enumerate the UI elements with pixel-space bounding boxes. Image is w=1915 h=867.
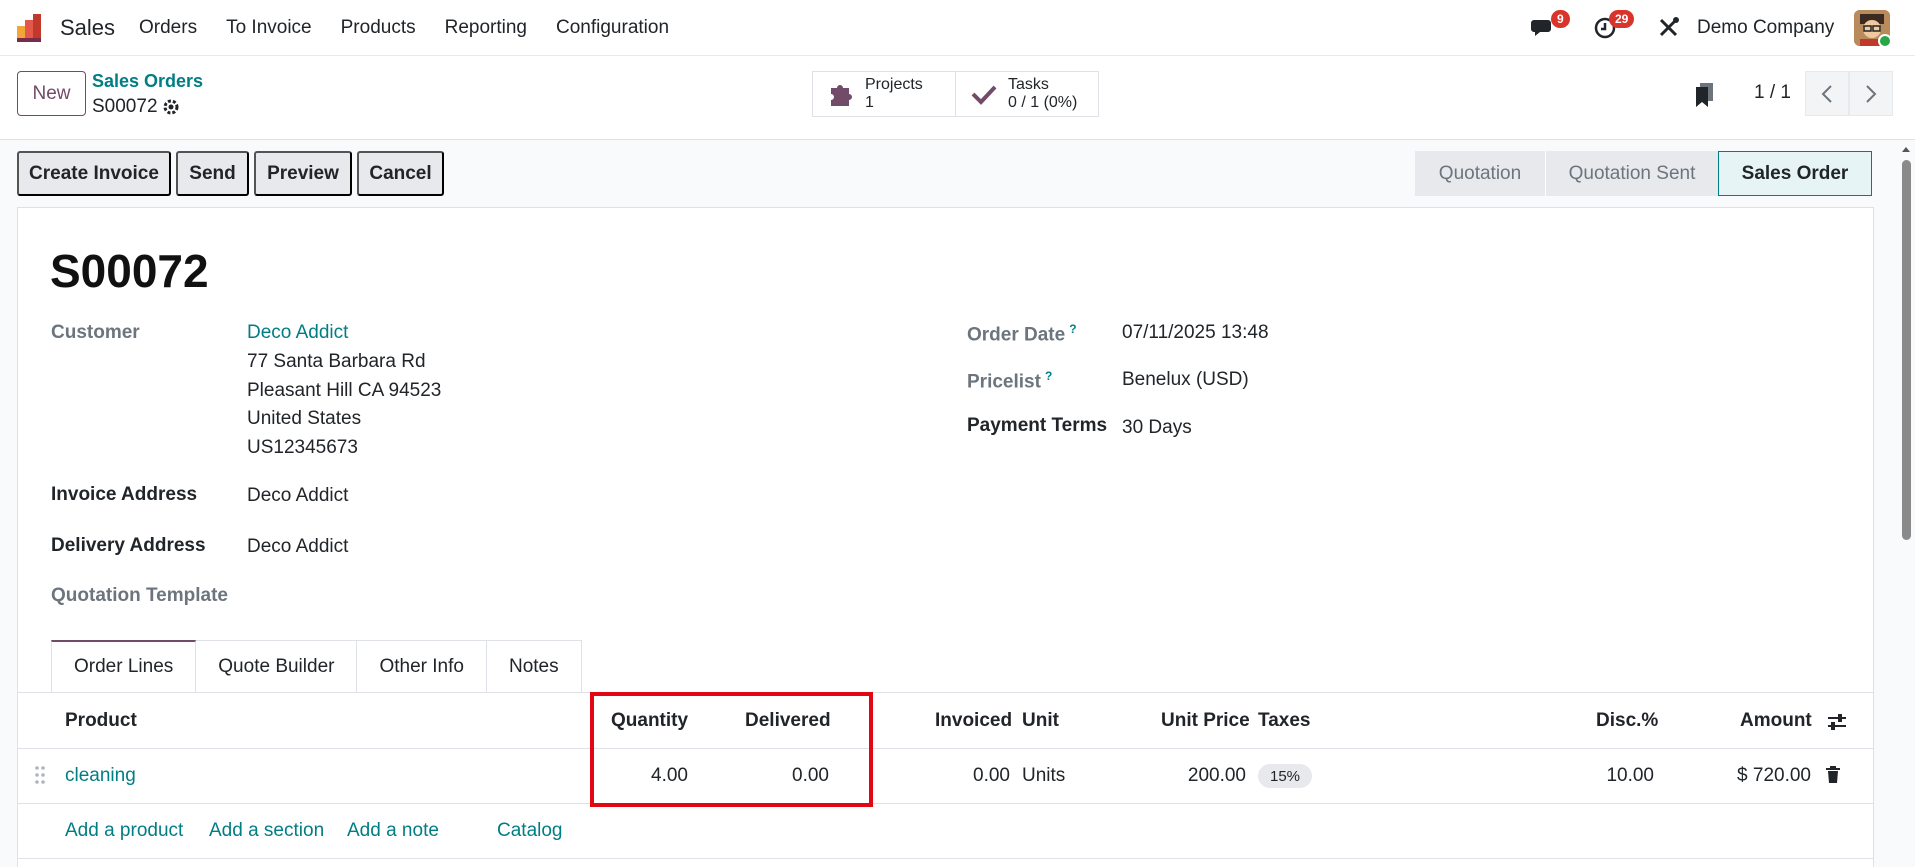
record-name: S00072	[92, 96, 158, 117]
pricelist-field[interactable]: Benelux (USD)	[1122, 369, 1249, 391]
order-date-label: Order Date?	[967, 322, 1077, 346]
menu-configuration[interactable]: Configuration	[556, 17, 669, 39]
column-discount[interactable]: Disc.%	[1596, 710, 1658, 732]
tab-quote-builder[interactable]: Quote Builder	[196, 640, 358, 693]
customer-address-line: United States	[247, 408, 362, 429]
highlight-box	[590, 692, 873, 807]
projects-label: Projects	[865, 76, 923, 93]
pager-previous-button[interactable]	[1805, 71, 1849, 116]
breadcrumb-sales-orders[interactable]: Sales Orders	[92, 71, 203, 92]
menu-products[interactable]: Products	[341, 17, 416, 39]
column-product[interactable]: Product	[65, 710, 137, 732]
pager-value[interactable]: 1 / 1	[1754, 82, 1791, 104]
app-name[interactable]: Sales	[60, 15, 115, 41]
tax-badge[interactable]: 15%	[1258, 764, 1313, 788]
invoice-address-label: Invoice Address	[51, 484, 198, 505]
optional-columns-icon[interactable]	[1826, 712, 1848, 732]
chevron-right-icon	[1866, 84, 1877, 103]
customer-address-line: Pleasant Hill CA 94523	[247, 380, 442, 401]
scroll-up-icon[interactable]	[1901, 145, 1911, 153]
send-button[interactable]: Send	[176, 151, 249, 196]
menu-orders[interactable]: Orders	[139, 17, 197, 39]
help-icon[interactable]: ?	[1045, 369, 1052, 383]
column-invoiced[interactable]: Invoiced	[935, 710, 1012, 732]
scrollbar-thumb[interactable]	[1902, 160, 1911, 540]
catalog-link[interactable]: Catalog	[497, 820, 563, 842]
sales-app-icon[interactable]	[15, 12, 47, 44]
control-panel: New Sales Orders S00072 Projects 1 Tasks…	[0, 56, 1915, 140]
column-unit[interactable]: Unit	[1022, 710, 1059, 732]
row-amount: $ 720.00	[1737, 765, 1811, 786]
online-status-icon	[1878, 34, 1892, 48]
row-discount[interactable]: 10.00	[1560, 765, 1654, 787]
customer-address-line: 77 Santa Barbara Rd	[247, 351, 426, 372]
trash-icon[interactable]	[1825, 766, 1841, 784]
table-row-divider	[17, 803, 1874, 804]
row-unit[interactable]: Units	[1022, 765, 1065, 787]
form-tabs: Order Lines Quote Builder Other Info Not…	[51, 640, 582, 693]
menu-to-invoice[interactable]: To Invoice	[226, 17, 312, 39]
main-menu: Orders To Invoice Products Reporting Con…	[139, 17, 698, 39]
activities-badge: 29	[1609, 10, 1635, 28]
check-icon	[971, 85, 997, 105]
status-bar: Quotation Quotation Sent Sales Order	[1415, 151, 1872, 196]
tab-other-info[interactable]: Other Info	[357, 640, 487, 693]
payment-terms-field[interactable]: 30 Days	[1122, 417, 1192, 439]
cancel-button[interactable]: Cancel	[357, 151, 444, 196]
table-header-divider	[17, 748, 1874, 749]
gear-icon[interactable]	[162, 98, 180, 116]
bookmark-icon[interactable]	[1694, 82, 1716, 108]
tabs-divider	[17, 692, 1874, 693]
row-invoiced: 0.00	[973, 765, 1010, 786]
tab-order-lines[interactable]: Order Lines	[51, 640, 197, 693]
order-date-field[interactable]: 07/11/2025 13:48	[1122, 322, 1269, 344]
preview-button[interactable]: Preview	[254, 151, 352, 196]
delivery-address-label: Delivery Address	[51, 535, 206, 556]
projects-smart-button[interactable]: Projects 1	[812, 71, 956, 117]
puzzle-icon	[831, 85, 852, 106]
company-switcher[interactable]: Demo Company	[1697, 17, 1834, 39]
tab-notes[interactable]: Notes	[486, 640, 582, 693]
column-amount[interactable]: Amount	[1740, 710, 1812, 732]
row-product[interactable]: cleaning	[65, 765, 136, 787]
status-quotation[interactable]: Quotation	[1415, 151, 1545, 196]
tools-icon[interactable]	[1656, 14, 1682, 40]
quotation-template-label: Quotation Template	[51, 585, 228, 606]
help-icon[interactable]: ?	[1069, 322, 1076, 336]
add-note-link[interactable]: Add a note	[347, 820, 439, 842]
row-unit-price[interactable]: 200.00	[1140, 765, 1246, 787]
customer-label: Customer	[51, 322, 140, 343]
invoice-address-field[interactable]: Deco Addict	[247, 485, 348, 507]
new-button[interactable]: New	[17, 71, 86, 116]
column-unit-price[interactable]: Unit Price	[1161, 710, 1250, 732]
payment-terms-label: Payment Terms	[967, 415, 1108, 436]
add-product-link[interactable]: Add a product	[65, 820, 183, 842]
page-title: S00072	[50, 245, 209, 297]
projects-count: 1	[865, 94, 874, 111]
drag-handle-icon[interactable]	[33, 765, 47, 785]
tasks-count: 0 / 1 (0%)	[1008, 94, 1078, 111]
messages-badge: 9	[1551, 10, 1570, 28]
status-sales-order[interactable]: Sales Order	[1718, 151, 1872, 196]
tasks-label: Tasks	[1008, 76, 1049, 93]
top-navbar: Sales Orders To Invoice Products Reporti…	[0, 0, 1915, 56]
menu-reporting[interactable]: Reporting	[445, 17, 527, 39]
customer-link[interactable]: Deco Addict	[247, 322, 348, 344]
create-invoice-button[interactable]: Create Invoice	[17, 151, 171, 196]
pager-next-button[interactable]	[1849, 71, 1893, 116]
delivery-address-field[interactable]: Deco Addict	[247, 536, 348, 558]
table-footer-divider	[17, 858, 1874, 859]
tasks-smart-button[interactable]: Tasks 0 / 1 (0%)	[955, 71, 1099, 117]
customer-vat: US12345673	[247, 437, 358, 458]
add-section-link[interactable]: Add a section	[209, 820, 324, 842]
pricelist-label: Pricelist?	[967, 369, 1053, 393]
status-quotation-sent[interactable]: Quotation Sent	[1545, 151, 1718, 196]
chevron-left-icon	[1821, 84, 1832, 103]
column-taxes[interactable]: Taxes	[1258, 710, 1310, 732]
